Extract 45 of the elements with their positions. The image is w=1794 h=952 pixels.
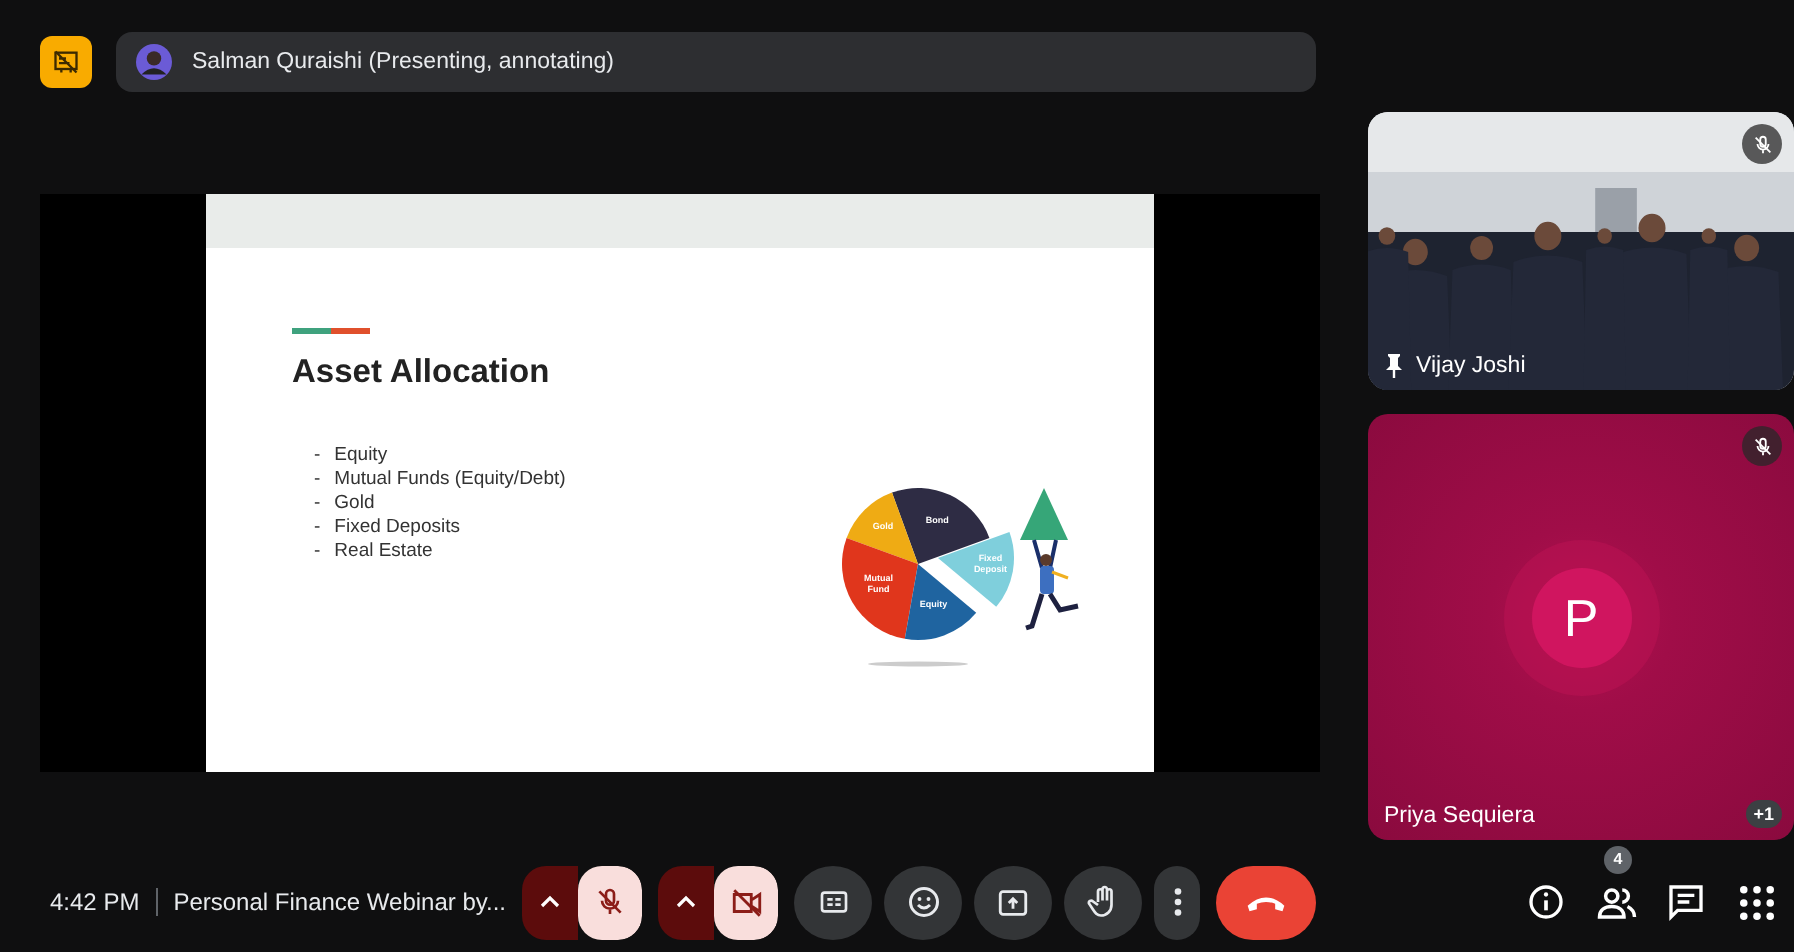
apps-grid-icon	[1739, 885, 1773, 919]
caret-up-icon	[540, 894, 560, 910]
captions-button[interactable]	[794, 865, 872, 939]
participant-count-badge: 4	[1604, 845, 1632, 873]
accent-line	[292, 327, 370, 333]
presentation-button[interactable]	[40, 36, 92, 88]
info-icon	[1526, 882, 1566, 922]
presentation-off-icon	[52, 48, 80, 76]
bullet-text: Gold	[334, 491, 375, 515]
avatar-icon	[136, 44, 172, 80]
bullet-mark: -	[314, 539, 321, 563]
chat-icon	[1666, 882, 1706, 922]
present-screen-icon	[996, 885, 1030, 919]
present-button[interactable]	[974, 865, 1052, 939]
bullet-text: Mutual Funds (Equity/Debt)	[334, 467, 566, 491]
bullet-text: Equity	[334, 443, 388, 467]
slide-title: Asset Allocation	[292, 353, 552, 391]
mic-off-icon	[1751, 133, 1773, 155]
running-person-drawing	[1020, 487, 1081, 630]
bullet-mark: -	[314, 467, 321, 491]
mic-off-icon	[594, 886, 626, 918]
participant-name: Priya Sequiera	[1384, 804, 1535, 828]
meeting-title: Personal Finance Webinar by...	[173, 888, 507, 916]
microphone-button[interactable]	[578, 865, 642, 939]
bullet-mark: -	[314, 443, 321, 467]
presenter-name: Salman Quraishi (Presenting, annotating)	[192, 50, 614, 74]
reactions-button[interactable]	[884, 865, 962, 939]
bullet-text: Fixed Deposits	[334, 515, 461, 539]
avatar-initial: P	[1531, 568, 1631, 669]
bullet-text: Real Estate	[334, 539, 433, 563]
more-options-icon	[1171, 884, 1183, 920]
leave-call-button[interactable]	[1216, 865, 1316, 939]
more-options-button[interactable]	[1154, 865, 1200, 939]
camera-off-icon	[729, 885, 763, 919]
more-participants-badge: +1	[1745, 800, 1782, 828]
mic-off-icon	[1751, 435, 1773, 457]
bullet-mark: -	[314, 515, 321, 539]
bullet-mark: -	[314, 491, 321, 515]
caret-up-icon	[676, 894, 696, 910]
meeting-time: 4:42 PM	[50, 888, 140, 916]
participant-name: Vijay Joshi	[1416, 354, 1526, 378]
emoji-icon	[905, 884, 941, 920]
raise-hand-button[interactable]	[1064, 865, 1142, 939]
captions-icon	[817, 886, 849, 918]
camera-button[interactable]	[714, 865, 778, 939]
